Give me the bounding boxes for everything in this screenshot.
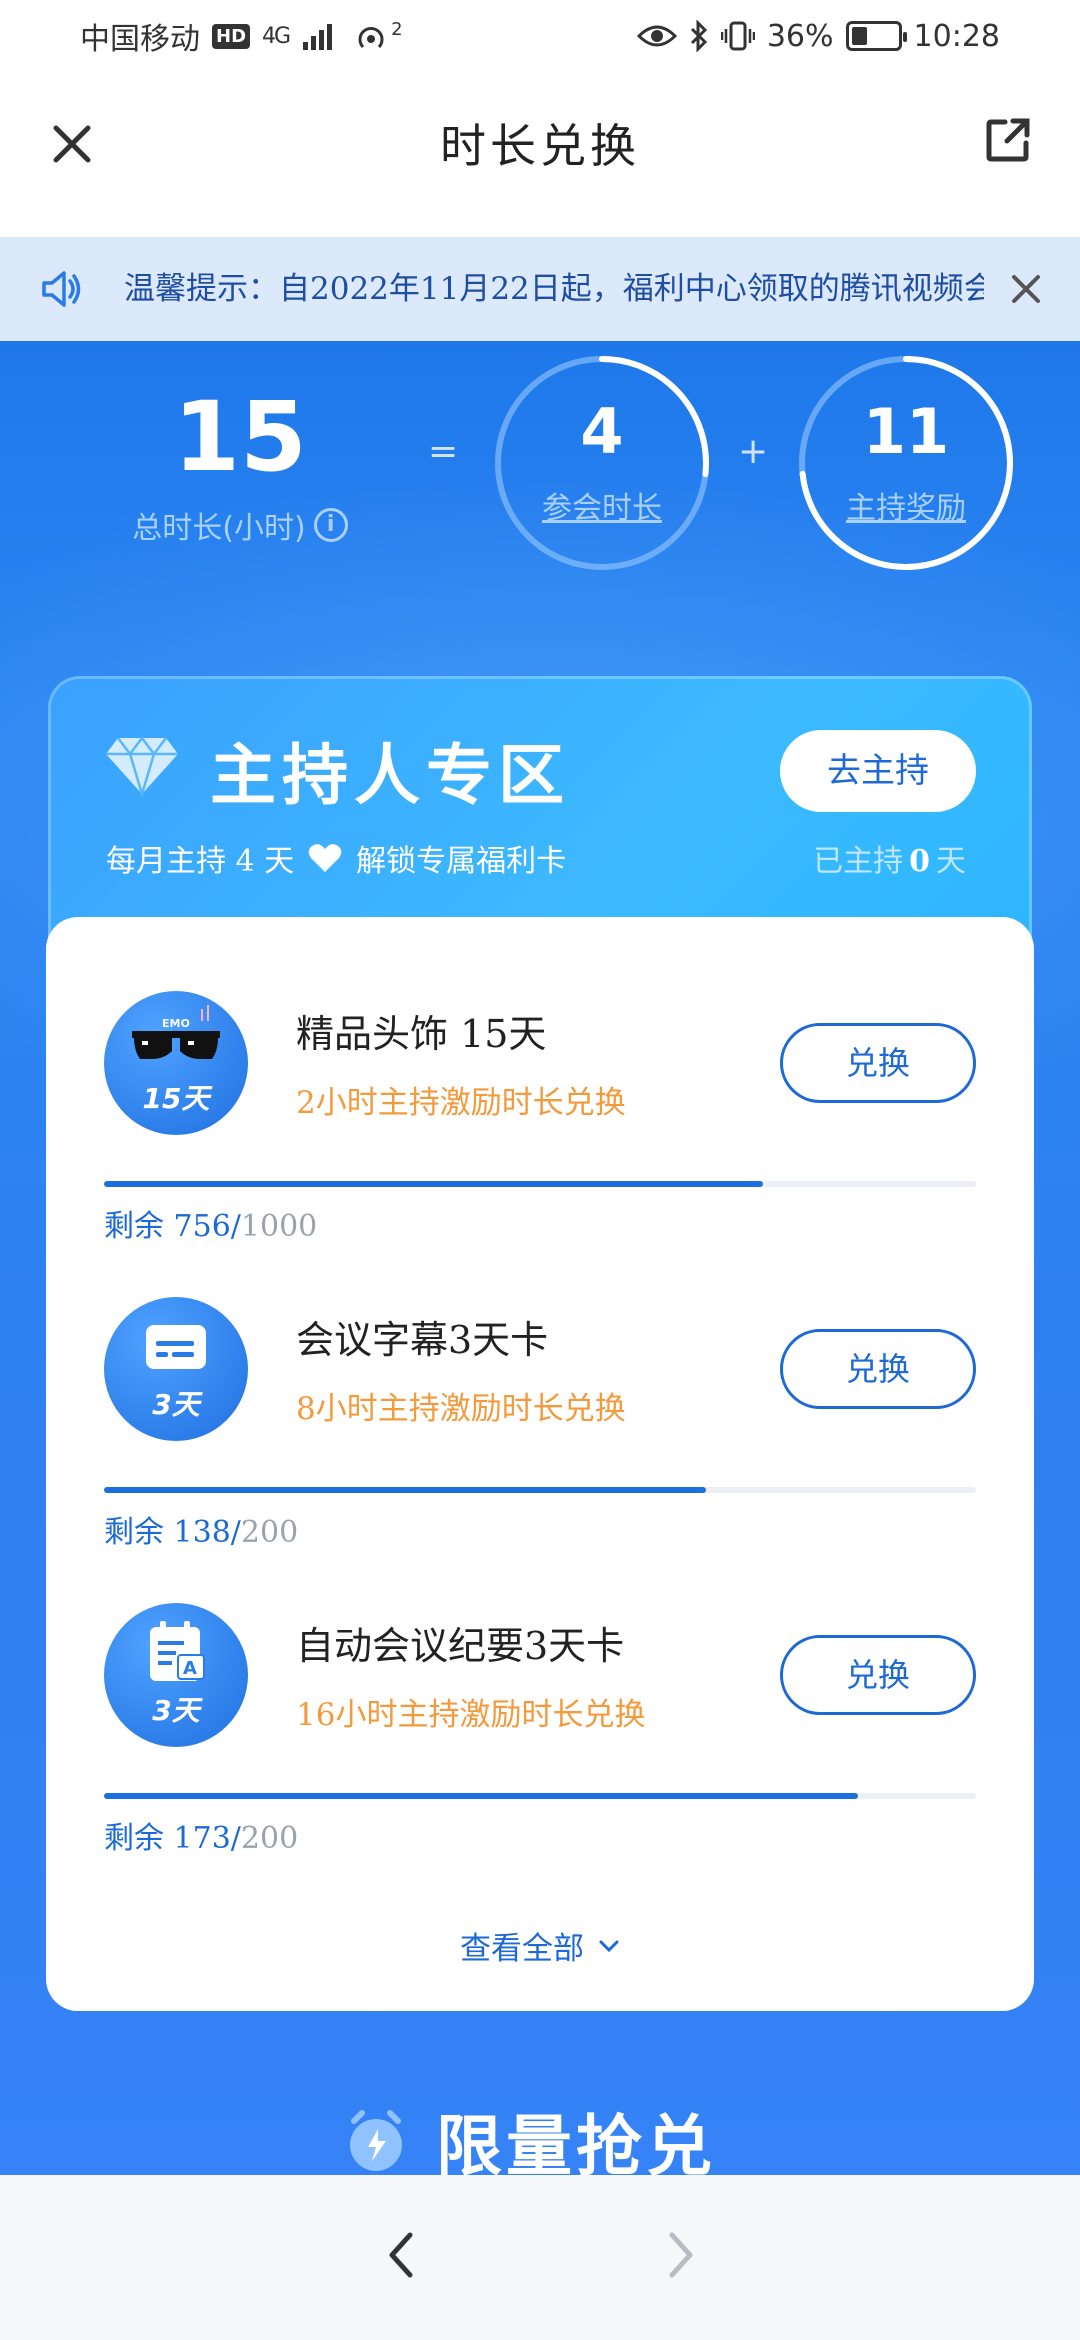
sunglasses-graphic: EMO: [132, 1005, 220, 1059]
close-icon: [1012, 275, 1040, 303]
host-zone-subtitle: 每月主持 4 天 解锁专属福利卡: [106, 836, 566, 880]
bottom-nav: [0, 2175, 1080, 2340]
notice-text: 温馨提示：自2022年11月22日起，福利中心领取的腾讯视频会员卡将…: [124, 271, 984, 307]
host-zone-subtitle-before: 每月主持 4 天: [106, 844, 295, 879]
svg-text:EMO: EMO: [162, 1017, 190, 1030]
minutes-graphic: A: [150, 1621, 205, 1681]
svg-text:A: A: [183, 1658, 197, 1679]
view-all-button[interactable]: 查看全部: [46, 1923, 1034, 1968]
plus-sign: +: [738, 431, 769, 472]
status-bar: 中国移动 HD 4G 2 36% 10:28: [0, 0, 1080, 72]
meeting-hours-label[interactable]: 参会时长: [492, 483, 712, 527]
diamond-icon: [106, 736, 178, 796]
host-reward-value: 11: [862, 395, 950, 468]
share-button[interactable]: [976, 108, 1040, 172]
redeem-button[interactable]: 兑换: [780, 1329, 976, 1409]
hotspot-count: 2: [391, 18, 403, 40]
chevron-left-icon: [389, 2232, 413, 2278]
total-hours-label-text: 总时长(小时): [132, 511, 306, 546]
limited-section-header: 限量抢兑: [340, 2093, 716, 2175]
host-zone-subtitle-after: 解锁专属福利卡: [356, 844, 567, 879]
equals-sign: =: [428, 431, 459, 472]
item-days-badge: 15天: [142, 1082, 210, 1115]
share-icon: [986, 118, 1030, 162]
redeem-button[interactable]: 兑换: [780, 1023, 976, 1103]
status-left: 中国移动 HD 4G 2: [80, 14, 403, 58]
meeting-hours-value: 4: [580, 395, 624, 468]
stock-progress-fill: [104, 1793, 859, 1799]
go-host-button[interactable]: 去主持: [780, 730, 976, 812]
vibrate-icon: [720, 21, 755, 51]
stock-progress: [104, 1487, 976, 1493]
stock-progress: [104, 1181, 976, 1187]
bluetooth-icon: [690, 20, 707, 52]
status-right: 36% 10:28: [636, 18, 1000, 54]
limited-section-title: 限量抢兑: [436, 2107, 716, 2175]
clock: 10:28: [913, 18, 1000, 54]
redeem-button[interactable]: 兑换: [780, 1635, 976, 1715]
battery-percent: 36%: [766, 18, 834, 54]
minutes-icon: A 3天: [104, 1603, 248, 1747]
item-days-badge: 3天: [152, 1694, 200, 1727]
list-item: 3天 会议字幕3天卡 8小时主持激励时长兑换 兑换 剩余 138/200: [46, 1223, 1034, 1550]
forward-button[interactable]: [646, 2215, 716, 2295]
hosted-days-suffix: 天: [936, 844, 966, 879]
reward-list: EMO 15天 精品头饰 15天 2小时主持激励时长兑换 兑换 剩余 756/1…: [46, 917, 1034, 2011]
hero-section: 15 总时长(小时) i = 4 参会时长 + 11 主持奖励 主持人专区 每月…: [0, 341, 1080, 2175]
item-cost: 16小时主持激励时长兑换: [296, 1697, 646, 1733]
network-label: 4G: [262, 23, 291, 49]
total-hours: 15: [173, 381, 307, 493]
stock-progress-fill: [104, 1487, 706, 1493]
back-button[interactable]: [366, 2215, 436, 2295]
remain-count: 173/: [173, 1821, 241, 1856]
view-all-label: 查看全部: [460, 1931, 584, 1967]
hosted-days: 已主持 0 天: [813, 836, 966, 880]
signal-icon: [303, 24, 333, 50]
item-title: 自动会议纪要3天卡: [296, 1624, 625, 1668]
chevron-right-icon: [669, 2232, 693, 2278]
battery-level: [851, 27, 868, 45]
hosted-days-prefix: 已主持: [813, 844, 904, 879]
host-reward-ring[interactable]: 11 主持奖励: [796, 353, 1016, 573]
stock-progress-fill: [104, 1181, 764, 1187]
notice-bar: 温馨提示：自2022年11月22日起，福利中心领取的腾讯视频会员卡将…: [0, 237, 1080, 341]
battery-icon: [845, 21, 907, 51]
item-title: 会议字幕3天卡: [296, 1318, 549, 1362]
stock-progress: [104, 1793, 976, 1799]
alarm-clock-icon: [350, 2110, 402, 2171]
host-zone-title: 主持人专区: [210, 736, 570, 814]
total-hours-label: 总时长(小时) i: [110, 503, 370, 547]
hd-badge: HD: [212, 23, 251, 49]
title-bar: 时长兑换: [0, 72, 1080, 237]
sunglasses-icon: EMO 15天: [104, 991, 248, 1135]
hotspot-icon: [358, 27, 384, 49]
stock-remaining: 剩余 173/200: [104, 1813, 298, 1857]
hosted-days-value: 0: [909, 844, 930, 879]
eye-icon: [636, 25, 677, 47]
notice-close-button[interactable]: [1002, 265, 1050, 313]
subtitle-graphic: [146, 1325, 206, 1369]
host-reward-label[interactable]: 主持奖励: [796, 483, 1016, 527]
item-cost: 2小时主持激励时长兑换: [296, 1085, 626, 1121]
list-item: A 3天 自动会议纪要3天卡 16小时主持激励时长兑换 兑换 剩余 173/20…: [46, 1529, 1034, 1856]
info-icon[interactable]: i: [313, 508, 348, 542]
speaker-icon: [42, 271, 81, 307]
subtitle-icon: 3天: [104, 1297, 248, 1441]
remain-total: 200: [240, 1821, 299, 1856]
item-days-badge: 3天: [152, 1388, 200, 1421]
page-title: 时长兑换: [440, 119, 640, 173]
list-item: EMO 15天 精品头饰 15天 2小时主持激励时长兑换 兑换 剩余 756/1…: [46, 917, 1034, 1244]
meeting-hours-ring[interactable]: 4 参会时长: [492, 353, 712, 573]
item-cost: 8小时主持激励时长兑换: [296, 1391, 626, 1427]
carrier-label: 中国移动: [80, 22, 200, 57]
remain-label: 剩余: [104, 1821, 164, 1856]
chevron-down-icon: [599, 1940, 619, 1952]
item-title: 精品头饰 15天: [296, 1012, 547, 1056]
heart-icon: [308, 844, 342, 872]
